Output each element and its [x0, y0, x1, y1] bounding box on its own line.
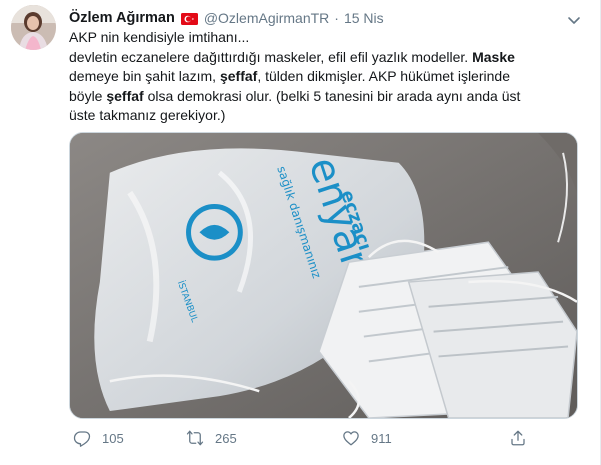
author-handle[interactable]: @OzlemAgirmanTR [204, 10, 329, 26]
tweet-text-line: üste takmanız gerekiyor.) [69, 107, 226, 123]
text-span: devletin eczanelere dağıttırdığı maskele… [69, 48, 473, 65]
retweet-icon [186, 430, 204, 446]
avatar[interactable] [11, 5, 56, 50]
tweet-text-line: AKP nin kendisiyle imtihanı... [69, 29, 250, 45]
tweet-date[interactable]: 15 Nis [344, 10, 384, 26]
reply-count: 105 [102, 430, 124, 446]
heart-icon [343, 431, 359, 446]
text-span: böyle [69, 87, 107, 104]
bold-word: şeffaf [106, 87, 144, 104]
bold-word: Maske [472, 48, 515, 65]
text-span: olsa demokrasi olur. (belki 5 tanesini b… [143, 87, 521, 104]
tweet-text: AKP nin kendisiyle imtihanı... devletin … [69, 28, 584, 126]
reply-icon [73, 431, 91, 447]
text-span: demeye bin şahit lazım, [69, 68, 220, 84]
separator-dot: · [334, 10, 339, 26]
share-button[interactable] [509, 427, 538, 449]
tweet-text-line: demeye bin şahit lazım, şeffaf, tülden d… [69, 67, 584, 87]
share-icon [511, 430, 525, 446]
tweet-photo[interactable]: eczacı enyar sağlık danışmanınız İSTANBU… [69, 132, 578, 419]
bold-word: şeffaf [219, 68, 258, 84]
tweet-text-line: devletin eczanelere dağıttırdığı maskele… [69, 48, 584, 68]
retweet-count: 265 [215, 430, 237, 446]
tweet-actions: 105 265 911 [69, 427, 529, 451]
tweet-card[interactable]: Özlem Ağırman @OzlemAgirmanTR · 15 Nis A… [0, 0, 601, 465]
author-name[interactable]: Özlem Ağırman [69, 10, 175, 26]
avatar-image [11, 5, 56, 50]
tweet-header: Özlem Ağırman @OzlemAgirmanTR · 15 Nis [69, 8, 384, 28]
photo-masks-in-bag: eczacı enyar sağlık danışmanınız İSTANBU… [70, 133, 577, 418]
chevron-down-icon[interactable] [566, 12, 582, 28]
retweet-button[interactable]: 265 [186, 427, 237, 449]
text-span: , tülden dikmişler. AKP hükümet işlerind… [257, 68, 510, 84]
reply-button[interactable]: 105 [73, 427, 124, 449]
like-button[interactable]: 911 [342, 427, 392, 449]
turkey-flag-icon [180, 12, 198, 25]
like-count: 911 [371, 430, 392, 446]
tweet-text-line: böyle şeffaf olsa demokrasi olur. (belki… [69, 87, 584, 107]
